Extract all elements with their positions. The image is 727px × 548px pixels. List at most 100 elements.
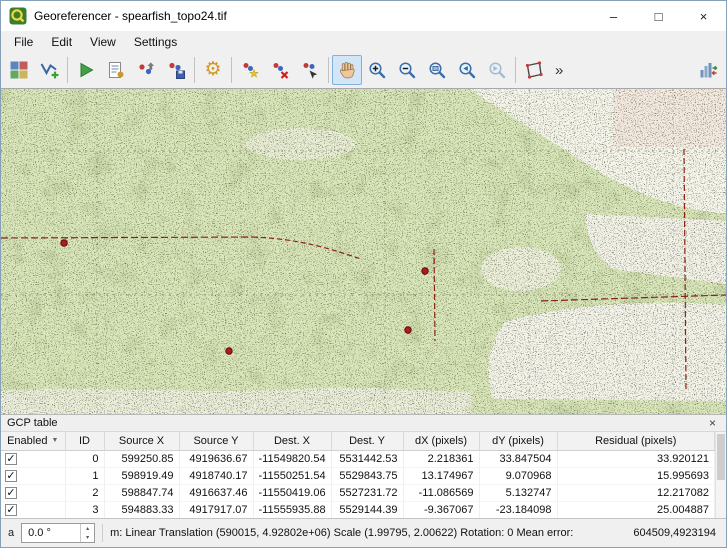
zoom-in-button[interactable] [362,55,392,85]
link-georeferencer-to-qgis-button[interactable] [519,55,549,85]
zoom-in-icon [367,60,387,80]
cell-id[interactable]: 1 [65,467,104,484]
col-dest-x[interactable]: Dest. X [253,432,331,450]
open-raster-button[interactable] [4,55,34,85]
gcp-table: Enabled▼ ID Source X Source Y Dest. X De… [1,432,715,518]
rotation-value[interactable]: 0.0 ° [22,527,80,539]
gear-icon: ⚙ [204,60,221,80]
maximize-button[interactable]: □ [636,1,681,31]
cell-source-y[interactable]: 4919636.67 [179,450,253,467]
col-source-x[interactable]: Source X [104,432,179,450]
toolbar-separator [67,57,68,83]
gcp-table-header-row: Enabled▼ ID Source X Source Y Dest. X De… [1,432,715,450]
gcp-row-2: ✓ 2 598847.74 4916637.46 -11550419.06 55… [1,484,715,501]
status-bar: a 0.0 ° ▴ ▾ m: Linear Translation (59001… [1,518,726,547]
menu-edit[interactable]: Edit [42,33,81,51]
cell-residual: 15.995693 [557,467,715,484]
map-canvas[interactable] [1,89,726,414]
toolbar-separator [231,57,232,83]
move-point-icon [300,60,320,80]
cell-source-x[interactable]: 594883.33 [104,501,179,518]
generate-gdal-script-button[interactable] [101,55,131,85]
toolbar-overflow-chevron[interactable]: » [549,62,569,79]
move-point-button[interactable] [295,55,325,85]
full-histogram-stretch-button[interactable] [693,55,723,85]
gcp-table-zone: Enabled▼ ID Source X Source Y Dest. X De… [1,432,726,518]
cell-dest-x[interactable]: -11550251.54 [253,467,331,484]
minimize-button[interactable]: – [591,1,636,31]
pan-button[interactable] [332,55,362,85]
col-dx[interactable]: dX (pixels) [403,432,479,450]
spin-up-icon[interactable]: ▴ [81,524,94,533]
cell-dx: 13.174967 [403,467,479,484]
cell-source-x[interactable]: 598919.49 [104,467,179,484]
spin-down-icon[interactable]: ▾ [81,533,94,542]
col-residual[interactable]: Residual (pixels) [557,432,715,450]
start-georeferencing-button[interactable] [71,55,101,85]
col-dy[interactable]: dY (pixels) [479,432,557,450]
cell-dx: -9.367067 [403,501,479,518]
add-point-button[interactable] [235,55,265,85]
cell-dest-y[interactable]: 5527231.72 [331,484,403,501]
pan-hand-icon [337,60,357,80]
cell-dy: 9.070968 [479,467,557,484]
col-source-y[interactable]: Source Y [179,432,253,450]
cell-dest-y[interactable]: 5531442.53 [331,450,403,467]
panel-close-icon[interactable]: × [705,416,720,430]
cell-source-y[interactable]: 4917917.07 [179,501,253,518]
gcp-panel-header[interactable]: GCP table × [1,414,726,432]
menu-file[interactable]: File [5,33,42,51]
cell-enabled: ✓ [1,450,65,467]
cell-id[interactable]: 3 [65,501,104,518]
play-icon [76,60,96,80]
col-dest-y[interactable]: Dest. Y [331,432,403,450]
cell-id[interactable]: 2 [65,484,104,501]
cell-residual: 33.920121 [557,450,715,467]
histogram-toolbar [693,55,723,85]
cell-dest-x[interactable]: -11549820.54 [253,450,331,467]
filter-dropdown-icon[interactable]: ▼ [51,437,58,444]
table-scrollbar[interactable] [715,432,726,518]
gcp-enabled-checkbox[interactable]: ✓ [5,487,17,499]
cell-enabled: ✓ [1,467,65,484]
cell-source-y[interactable]: 4918740.17 [179,467,253,484]
col-enabled[interactable]: Enabled▼ [1,432,65,450]
zoom-last-button[interactable] [452,55,482,85]
open-vector-button[interactable] [34,55,64,85]
col-id[interactable]: ID [65,432,104,450]
transformation-settings-button[interactable]: ⚙ [198,55,228,85]
zoom-next-button[interactable] [482,55,512,85]
script-icon [106,60,126,80]
zoom-to-layer-button[interactable] [422,55,452,85]
rotation-label: a [8,527,14,539]
menu-bar: File Edit View Settings [1,31,726,52]
title-bar: Georeferencer - spearfish_topo24.tif – □… [1,1,726,31]
cell-dest-y[interactable]: 5529144.39 [331,501,403,518]
cell-source-x[interactable]: 599250.85 [104,450,179,467]
menu-settings[interactable]: Settings [125,33,186,51]
toolbar: ⚙ [1,52,726,89]
menu-view[interactable]: View [81,33,125,51]
cell-source-y[interactable]: 4916637.46 [179,484,253,501]
gcp-row-0: ✓ 0 599250.85 4919636.67 -11549820.54 55… [1,450,715,467]
gcp-enabled-checkbox[interactable]: ✓ [5,504,17,516]
scrollbar-thumb[interactable] [717,434,725,480]
gcp-enabled-checkbox[interactable]: ✓ [5,470,17,482]
cell-dest-x[interactable]: -11555935.88 [253,501,331,518]
cell-id[interactable]: 0 [65,450,104,467]
zoom-out-button[interactable] [392,55,422,85]
gcp-enabled-checkbox[interactable]: ✓ [5,453,17,465]
delete-point-icon [270,60,290,80]
rotation-spinbox[interactable]: 0.0 ° ▴ ▾ [21,523,95,543]
cell-dest-x[interactable]: -11550419.06 [253,484,331,501]
close-button[interactable]: × [681,1,726,31]
cell-source-x[interactable]: 598847.74 [104,484,179,501]
cell-residual: 12.217082 [557,484,715,501]
toolbar-separator [328,57,329,83]
delete-point-button[interactable] [265,55,295,85]
cell-dest-y[interactable]: 5529843.75 [331,467,403,484]
transform-status-text: m: Linear Translation (590015, 4.92802e+… [110,527,573,539]
save-gcp-points-button[interactable] [161,55,191,85]
load-gcp-points-button[interactable] [131,55,161,85]
window-title: Georeferencer - spearfish_topo24.tif [34,9,591,23]
